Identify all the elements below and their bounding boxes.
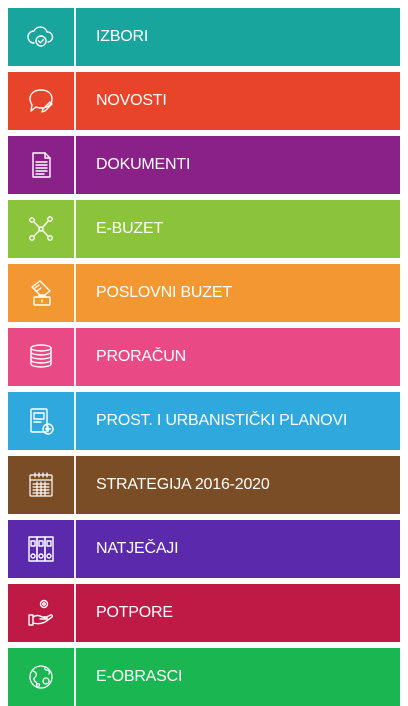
main-menu: IZBORI NOVOSTI DOKUMENTI E-BUZET POSLOVN… [8, 8, 400, 706]
network-icon [8, 200, 76, 258]
menu-item-label: POSLOVNI BUZET [96, 284, 232, 301]
plan-add-icon [8, 392, 76, 450]
speech-bubble-pen-icon [8, 72, 76, 130]
menu-item-label: PROST. I URBANISTIČKI PLANOVI [96, 412, 348, 429]
menu-item-potpore[interactable]: POTPORE [8, 584, 400, 642]
calendar-grid-icon [8, 456, 76, 514]
menu-item-label: NOVOSTI [96, 92, 167, 109]
coin-stack-icon [8, 328, 76, 386]
menu-item-label: E-OBRASCI [96, 668, 183, 685]
menu-item-dokumenti[interactable]: DOKUMENTI [8, 136, 400, 194]
menu-item-proracun[interactable]: PRORAČUN [8, 328, 400, 386]
menu-item-natjecaji[interactable]: NATJEČAJI [8, 520, 400, 578]
menu-item-izbori[interactable]: IZBORI [8, 8, 400, 66]
globe-forms-icon [8, 648, 76, 706]
menu-item-novosti[interactable]: NOVOSTI [8, 72, 400, 130]
menu-item-label: STRATEGIJA 2016-2020 [96, 476, 270, 493]
menu-item-label: POTPORE [96, 604, 173, 621]
hand-coins-icon [8, 584, 76, 642]
menu-item-strategija[interactable]: STRATEGIJA 2016-2020 [8, 456, 400, 514]
menu-item-prostorni-planovi[interactable]: PROST. I URBANISTIČKI PLANOVI [8, 392, 400, 450]
business-briefcase-icon [8, 264, 76, 322]
menu-item-label: NATJEČAJI [96, 540, 179, 557]
menu-item-e-buzet[interactable]: E-BUZET [8, 200, 400, 258]
menu-item-label: IZBORI [96, 28, 149, 45]
binders-icon [8, 520, 76, 578]
menu-item-e-obrasci[interactable]: E-OBRASCI [8, 648, 400, 706]
cloud-check-icon [8, 8, 76, 66]
menu-item-label: E-BUZET [96, 220, 164, 237]
menu-item-label: DOKUMENTI [96, 156, 191, 173]
menu-item-label: PRORAČUN [96, 348, 186, 365]
menu-item-poslovni-buzet[interactable]: POSLOVNI BUZET [8, 264, 400, 322]
document-icon [8, 136, 76, 194]
